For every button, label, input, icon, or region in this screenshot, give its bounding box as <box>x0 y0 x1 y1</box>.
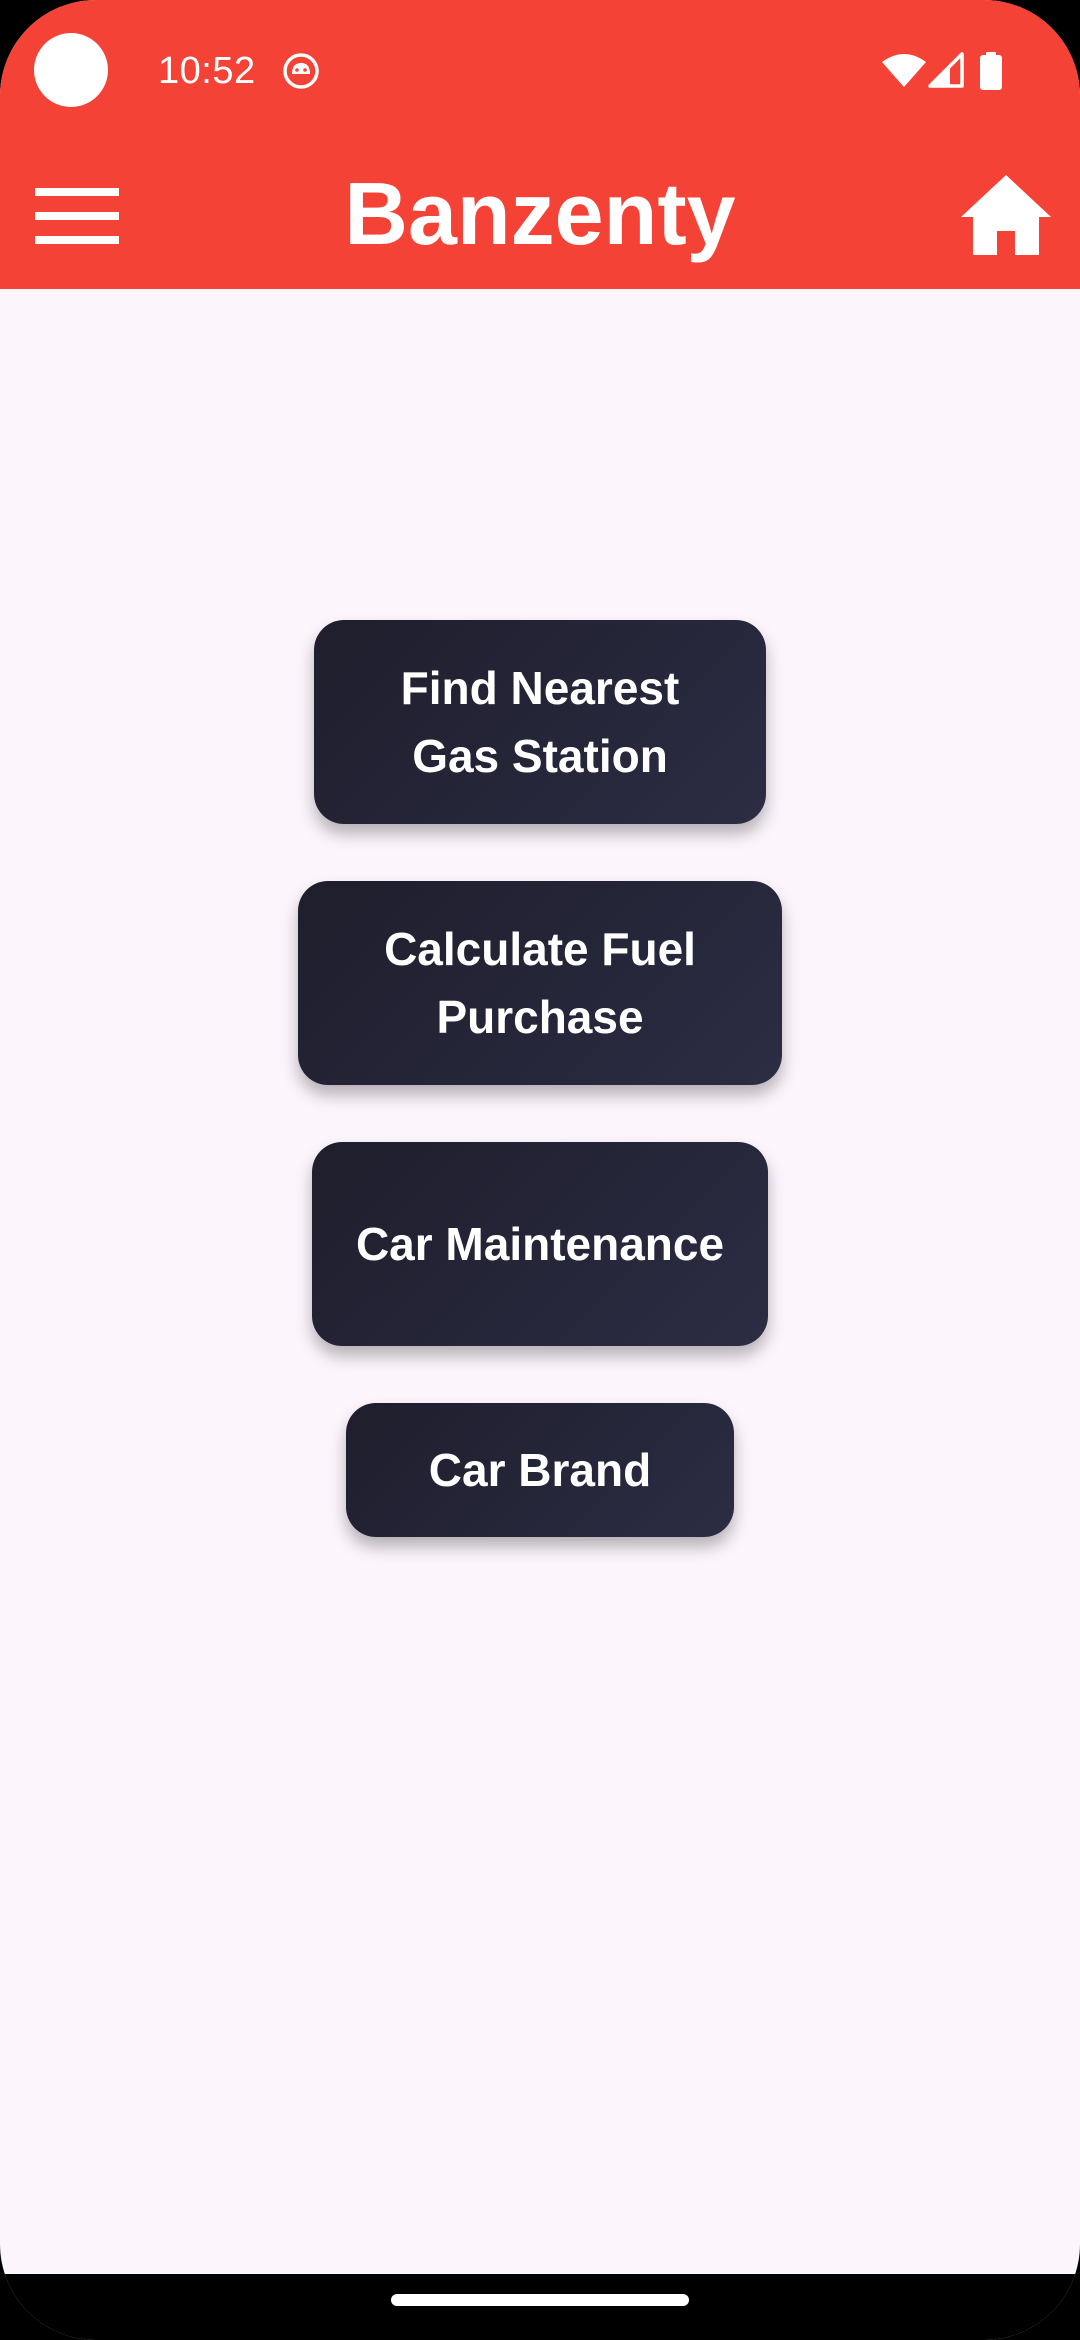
app-bar: Banzenty <box>0 142 1080 289</box>
home-gesture-handle[interactable] <box>391 2294 689 2306</box>
app-screen: 10:52 Banzenty Find Nearest Gas Station … <box>0 0 1080 2340</box>
status-bar: 10:52 <box>0 0 1080 142</box>
car-maintenance-button[interactable]: Car Maintenance <box>312 1142 768 1346</box>
app-title: Banzenty <box>344 164 736 263</box>
wifi-icon <box>882 54 926 87</box>
find-nearest-gas-station-button[interactable]: Find Nearest Gas Station <box>314 620 766 824</box>
battery-icon <box>980 52 1002 90</box>
home-button[interactable] <box>948 162 1064 268</box>
main-content: Find Nearest Gas Station Calculate Fuel … <box>0 289 1080 2274</box>
calculate-fuel-purchase-button[interactable]: Calculate Fuel Purchase <box>298 881 782 1085</box>
top-header: 10:52 Banzenty <box>0 0 1080 289</box>
car-brand-button[interactable]: Car Brand <box>346 1403 734 1537</box>
signal-icon <box>928 52 964 88</box>
gesture-nav-bar <box>0 2274 1080 2340</box>
android-debug-icon <box>283 53 319 89</box>
status-time: 10:52 <box>158 50 256 92</box>
home-icon <box>961 175 1051 255</box>
camera-dot <box>34 33 108 107</box>
